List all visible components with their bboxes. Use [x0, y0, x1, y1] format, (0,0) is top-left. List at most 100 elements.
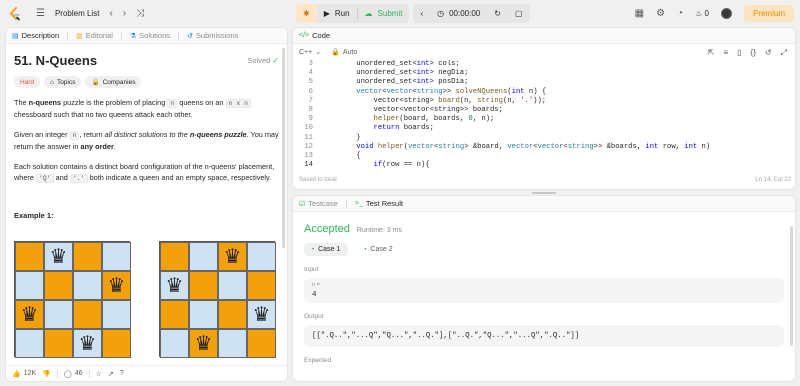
pass-dot-icon: • — [364, 246, 367, 253]
notifications-bell-icon[interactable]: ◔ — [677, 8, 683, 19]
input-var-value: 4 — [312, 291, 317, 299]
description-paragraph-1: The n-queens puzzle is the problem of pl… — [14, 97, 279, 120]
pass-dot-icon: • — [312, 246, 315, 253]
code-tab-label[interactable]: Code — [312, 31, 330, 40]
auto-toggle[interactable]: 🔒 Auto — [331, 48, 358, 57]
notes-button[interactable]: ▢ — [508, 4, 530, 23]
editor-status-bar: Saved to local Ln 14, Col 22 — [293, 171, 795, 189]
panel-resize-handle[interactable] — [292, 191, 796, 194]
case-label: Case 2 — [370, 246, 393, 253]
book-icon: ▥ — [76, 32, 83, 40]
comment-icon: ◯ — [63, 370, 72, 378]
chessboard-solution-1: ♛ ♛ ♛ ♛ — [14, 241, 131, 358]
comments-button[interactable]: ◯ 46 — [64, 370, 83, 378]
timer-value: 00:00:00 — [449, 9, 481, 18]
language-select[interactable]: C++ ⌄ — [299, 48, 321, 57]
problem-list-link[interactable]: Problem List — [55, 9, 99, 18]
problem-title[interactable]: 51. N-Queens — [14, 53, 97, 68]
input-label: Input — [304, 266, 319, 273]
cursor-position: Ln 14, Col 22 — [755, 177, 791, 183]
premium-button[interactable]: Premium — [743, 5, 794, 22]
problem-list-icon[interactable]: ☰ — [36, 8, 45, 19]
tab-test-result[interactable]: >_ Test Result — [355, 199, 403, 208]
auto-label: Auto — [342, 48, 358, 56]
timer[interactable]: ◷ 00:00:00 — [430, 4, 487, 23]
bookmark-icon[interactable]: ▯ — [737, 48, 741, 58]
companies-badge[interactable]: 🔒 Companies — [85, 76, 142, 88]
leetcode-logo-icon[interactable] — [8, 6, 22, 21]
like-button[interactable]: 👍 12K — [12, 370, 36, 378]
tab-solutions[interactable]: ⚗ Solutions — [130, 31, 170, 40]
user-avatar[interactable] — [720, 8, 732, 19]
shuffle-icon[interactable]: ⤨ — [136, 8, 144, 19]
description-paragraph-3: Each solution contains a distinct board … — [14, 162, 275, 183]
format-code-icon[interactable]: ⇱ — [708, 48, 715, 58]
reset-code-icon[interactable]: ↺ — [765, 48, 772, 58]
list-icon[interactable]: ≡ — [723, 48, 728, 58]
case-2-tab[interactable]: • Case 2 — [356, 243, 400, 256]
language-value: C++ — [299, 48, 313, 56]
queen-icon: ♛ — [160, 271, 189, 300]
description-footer: 👍 12K 👎 ◯ 46 ☆ ↗ ? — [6, 365, 287, 381]
solved-label: Solved — [247, 56, 271, 65]
companies-label: Companies — [102, 78, 136, 86]
comment-count: 46 — [74, 370, 83, 377]
tab-submissions[interactable]: ↺ Submissions — [187, 31, 238, 40]
star-icon: ☆ — [95, 370, 102, 378]
debug-button[interactable]: ✱ — [296, 4, 317, 23]
chessboard-solution-2: ♛ ♛ ♛ ♛ — [159, 241, 276, 358]
topics-badge[interactable]: ⌂ Topics — [44, 76, 82, 88]
help-button[interactable]: ? — [120, 370, 124, 377]
result-scrollbar[interactable] — [790, 226, 793, 346]
tab-label: Description — [21, 31, 60, 40]
fullscreen-icon[interactable]: ⤢ — [781, 48, 787, 58]
description-tabs: ▤ Description ▥ Editorial ⚗ Solutions ↺ Subm… — [6, 28, 287, 44]
queen-icon: ♛ — [44, 242, 73, 271]
settings-gear-icon[interactable]: ⚙ — [656, 8, 665, 19]
fire-icon: ♨ — [695, 9, 703, 18]
submit-button[interactable]: ☁ Submit — [358, 4, 410, 23]
timer-collapse-button[interactable]: ‹ — [413, 4, 430, 23]
check-circle-icon: ✓ — [272, 56, 279, 65]
description-paragraph-2: Given an integer n, return all distinct … — [14, 130, 279, 151]
share-button[interactable]: ↗ — [108, 370, 114, 378]
share-icon: ↗ — [107, 370, 114, 378]
queen-icon: ♛ — [73, 329, 102, 358]
description-scrollbar[interactable] — [282, 48, 285, 248]
code-editor-panel: </> Code C++ ⌄ 🔒 Auto ⇱ ≡ ▯ {} ↺ ⤢ 3 unord… — [292, 27, 796, 190]
code-tab-header: </> Code — [293, 28, 795, 44]
tab-description[interactable]: ▤ Description — [12, 31, 59, 40]
note-icon: ▢ — [514, 9, 523, 18]
submit-label: Submit — [377, 9, 403, 18]
output-value: [[".Q..","...Q","Q...","..Q."],["..Q.","… — [304, 325, 784, 347]
topics-label: Topics — [57, 78, 76, 86]
layout-grid-icon[interactable]: ▦ — [635, 8, 644, 19]
queen-icon: ♛ — [102, 271, 131, 300]
dislike-button[interactable]: 👎 — [42, 370, 51, 378]
reset-timer-button[interactable]: ↻ — [487, 4, 508, 23]
braces-icon[interactable]: {} — [751, 48, 756, 58]
cloud-upload-icon: ☁ — [364, 9, 373, 18]
next-problem-icon[interactable]: › — [123, 8, 126, 19]
streak-count[interactable]: ♨ 0 — [695, 9, 709, 18]
terminal-icon: >_ — [354, 200, 363, 207]
prev-problem-icon[interactable]: ‹ — [109, 8, 112, 19]
tab-label: Test Result — [365, 199, 403, 208]
code-content[interactable]: 3 unordered_set<int> cols; 4 unordered_s… — [293, 60, 795, 171]
tab-label: Solutions — [139, 31, 171, 40]
run-button[interactable]: ▶ Run — [317, 4, 357, 23]
difficulty-badge[interactable]: Hard — [14, 76, 41, 88]
thumbs-down-icon: 👎 — [42, 370, 51, 378]
case-1-tab[interactable]: • Case 1 — [304, 243, 349, 256]
result-tabs: ☑ Testcase >_ Test Result — [293, 196, 795, 212]
queen-icon: ♛ — [15, 300, 44, 329]
queen-icon: ♛ — [247, 300, 276, 329]
checkbox-icon: ☑ — [299, 200, 306, 208]
top-nav: ☰ Problem List ‹ › ⤨ ✱ ▶ Run ☁ Submit ‹ … — [0, 0, 800, 27]
history-icon: ↺ — [187, 32, 193, 40]
tab-label: Editorial — [85, 31, 113, 40]
tab-testcase[interactable]: ☑ Testcase — [299, 199, 338, 208]
favorite-button[interactable]: ☆ — [96, 370, 102, 378]
tab-editorial[interactable]: ▥ Editorial — [76, 31, 113, 40]
question-icon: ? — [119, 370, 124, 377]
